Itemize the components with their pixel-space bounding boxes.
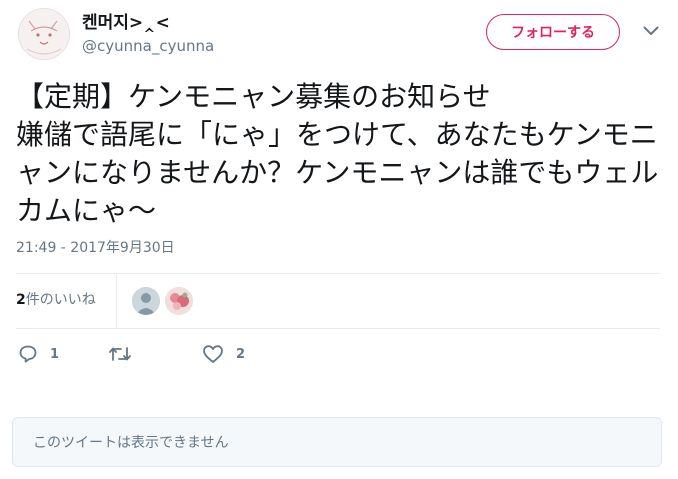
likes-count[interactable]: 2件のいいね [16, 290, 96, 310]
likes-number: 2 [16, 292, 26, 308]
likes-separator [116, 274, 117, 328]
default-user-icon [132, 287, 160, 315]
like-button[interactable]: 2 [202, 340, 245, 368]
tweet-header: 켄머지>‸< @cyunna_cyunna フォローする [14, 8, 664, 60]
tweet-text: 【定期】ケンモニャン募集のお知らせ 嫌儲で語尾に「にゃ」をつけて、あなたもケンモ… [16, 80, 659, 227]
heart-icon [203, 345, 223, 363]
flower-photo-icon [165, 287, 193, 315]
chevron-down-icon[interactable] [640, 20, 662, 42]
avatar[interactable] [18, 8, 70, 60]
avatar-sketch-icon [19, 9, 69, 59]
tweet-timestamp[interactable]: 21:49 - 2017年9月30日 [16, 238, 175, 258]
divider [16, 328, 660, 329]
likes-row: 2件のいいね [16, 274, 660, 328]
user-names[interactable]: 켄머지>‸< @cyunna_cyunna [82, 12, 214, 56]
quoted-tweet-text: このツイートは表示できません [33, 435, 229, 451]
like-count: 2 [236, 346, 246, 362]
liker-avatar[interactable] [132, 287, 160, 315]
follow-button[interactable]: フォローする [486, 14, 620, 50]
tweet-actions: 1 2 [16, 340, 660, 368]
retweet-icon [109, 347, 131, 361]
quoted-tweet-unavailable: このツイートは表示できません [12, 417, 662, 467]
display-name[interactable]: 켄머지>‸< [82, 12, 214, 34]
reply-icon [19, 345, 37, 363]
reply-count: 1 [50, 346, 60, 362]
reply-button[interactable]: 1 [18, 340, 59, 368]
screen-name[interactable]: @cyunna_cyunna [82, 36, 214, 56]
retweet-button[interactable] [108, 340, 144, 368]
liker-avatar[interactable] [165, 287, 193, 315]
likes-label: 件のいいね [25, 292, 96, 308]
